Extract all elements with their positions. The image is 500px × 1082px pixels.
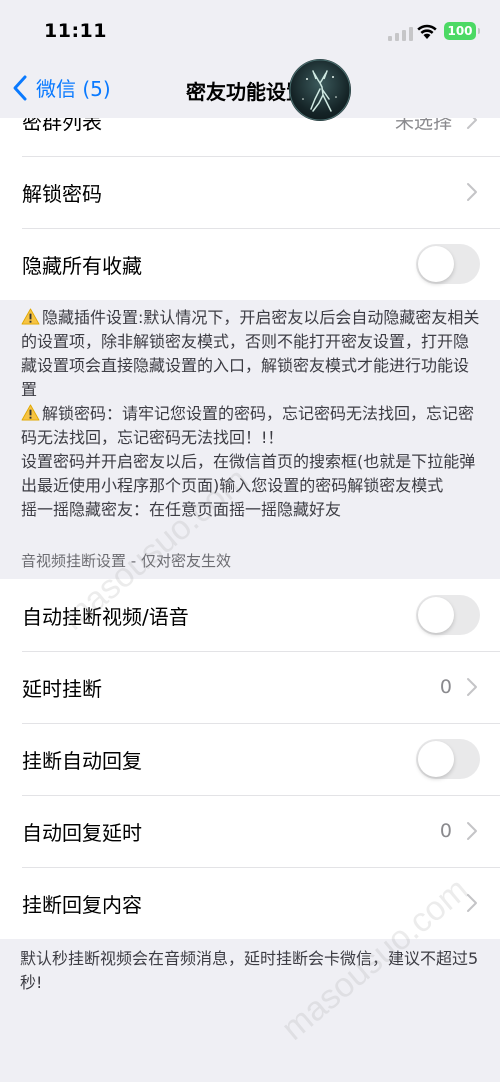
row-auto-hangup: 自动挂断视频/语音 xyxy=(0,579,500,651)
section-header-av-hangup: 音视频挂断设置 - 仅对密友生效 xyxy=(21,552,231,570)
chevron-right-icon xyxy=(467,183,477,201)
toggle-knob xyxy=(418,597,454,633)
back-button[interactable]: 微信 (5) xyxy=(10,73,111,102)
note-unlock-password: 解锁密码：请牢记您设置的密码，忘记密码无法找回，忘记密码无法找回，忘记密码无法找… xyxy=(21,404,475,447)
avatar[interactable] xyxy=(289,59,351,121)
row-auto-reply-delay[interactable]: 自动回复延时 0 xyxy=(0,795,500,867)
status-time: 11:11 xyxy=(44,20,107,42)
hide-favorites-toggle[interactable] xyxy=(416,244,480,284)
row-label: 延时挂断 xyxy=(22,676,102,701)
note-shake-hide: 摇一摇隐藏密友：在任意页面摇一摇隐藏好友 xyxy=(21,500,342,519)
chevron-right-icon xyxy=(467,678,477,696)
note-hide-plugin: 隐藏插件设置:默认情况下，开启密友以后会自动隐藏密友相关的设置项，除非解锁密友模… xyxy=(21,308,480,399)
row-value: 0 xyxy=(439,820,452,842)
chevron-right-icon xyxy=(467,822,477,840)
row-label: 挂断自动回复 xyxy=(22,748,142,773)
toggle-knob xyxy=(418,741,454,777)
back-label: 微信 (5) xyxy=(36,77,111,101)
row-label: 自动挂断视频/语音 xyxy=(22,604,189,629)
auto-hangup-toggle[interactable] xyxy=(416,595,480,635)
cellular-signal-icon xyxy=(388,27,413,41)
row-delay-hangup[interactable]: 延时挂断 0 xyxy=(0,651,500,723)
deer-icon xyxy=(289,59,351,121)
status-bar: 11:11 100 xyxy=(0,0,500,62)
row-hangup-auto-reply: 挂断自动回复 xyxy=(0,723,500,795)
toggle-knob xyxy=(418,246,454,282)
plugin-notes: 隐藏插件设置:默认情况下，开启密友以后会自动隐藏密友相关的设置项，除非解锁密友模… xyxy=(0,300,500,536)
warning-icon xyxy=(21,404,40,421)
row-label: 解锁密码 xyxy=(22,181,102,206)
warning-icon xyxy=(21,308,40,325)
battery-icon: 100 xyxy=(444,22,480,40)
row-label: 挂断回复内容 xyxy=(22,892,142,917)
navigation-bar: 微信 (5) 密友功能设置 xyxy=(0,59,500,121)
wifi-icon xyxy=(417,24,437,39)
auto-reply-toggle[interactable] xyxy=(416,739,480,779)
note-set-password: 设置密码并开启密友以后，在微信首页的搜索框(也就是下拉能弹出最近使用小程序那个页… xyxy=(21,452,476,495)
row-hangup-reply-content[interactable]: 挂断回复内容 xyxy=(0,867,500,939)
row-label: 自动回复延时 xyxy=(22,820,142,845)
hangup-footer-note: 默认秒挂断视频会在音频消息，延时挂断会卡微信，建议不超过5秒! xyxy=(20,949,479,992)
row-label: 隐藏所有收藏 xyxy=(22,253,142,278)
row-unlock-password[interactable]: 解锁密码 xyxy=(0,156,500,228)
page-title: 密友功能设置 xyxy=(186,80,306,104)
chevron-right-icon xyxy=(467,894,477,912)
row-value: 0 xyxy=(439,676,452,698)
settings-group-hangup: 自动挂断视频/语音 延时挂断 0 挂断自动回复 自动回复延时 0 挂断回复内容 xyxy=(0,579,500,939)
row-hide-all-favorites: 隐藏所有收藏 xyxy=(0,228,500,300)
settings-content: 密群列表 未选择 解锁密码 隐藏所有收藏 隐藏插件设置:默认情况下，开启密友以后… xyxy=(0,84,500,1003)
chevron-left-icon xyxy=(13,75,27,100)
